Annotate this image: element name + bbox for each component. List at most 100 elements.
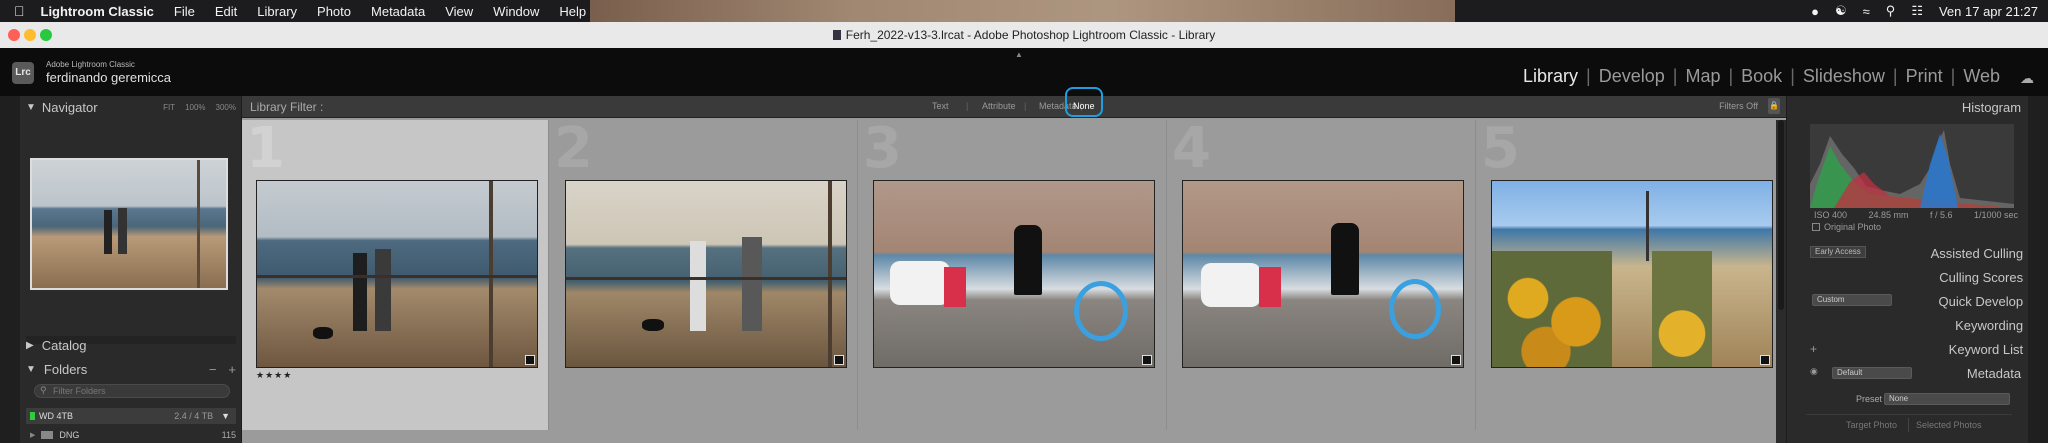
menu-file[interactable]: File	[174, 4, 195, 19]
folder-expand-icon[interactable]: ▶	[30, 431, 35, 439]
desktop-wallpaper-strip	[590, 0, 1455, 22]
folder-count: 115	[221, 430, 236, 440]
metadata-header[interactable]: Metadata▼	[1967, 366, 2036, 381]
navigator-title: Navigator	[41, 99, 98, 115]
add-keyword-icon[interactable]: +	[1810, 342, 1817, 356]
cell-index: 3	[863, 116, 902, 181]
photo-thumbnail[interactable]	[565, 180, 847, 368]
filter-tab-text[interactable]: Text	[932, 101, 949, 111]
zoom-fit[interactable]: FIT	[163, 103, 175, 112]
sync-icon[interactable]: ☯	[1835, 3, 1847, 19]
navigator-preview[interactable]	[30, 158, 228, 290]
volume-status-icon	[30, 412, 35, 420]
quick-develop-header[interactable]: Quick Develop◀	[1939, 294, 2036, 309]
quick-develop-title: Quick Develop	[1938, 294, 2024, 309]
menu-view[interactable]: View	[445, 4, 473, 19]
navigator-header[interactable]: ▼ Navigator FIT 100% 300%	[26, 96, 236, 118]
menu-window[interactable]: Window	[493, 4, 539, 19]
keywording-title: Keywording	[1955, 318, 2024, 333]
filter-tab-attribute[interactable]: Attribute	[982, 101, 1016, 111]
volume-expand-icon[interactable]: ▼	[221, 408, 230, 424]
apple-icon[interactable]: 	[14, 3, 25, 19]
menu-photo[interactable]: Photo	[317, 4, 351, 19]
metadata-preset-select[interactable]: Default	[1832, 367, 1912, 379]
photo-thumbnail[interactable]	[1182, 180, 1464, 368]
remove-folder-icon[interactable]: −	[209, 362, 217, 377]
keyword-list-header[interactable]: Keyword List◀	[1949, 342, 2036, 357]
control-center-icon[interactable]: ☷	[1911, 3, 1923, 19]
selected-photos-button[interactable]: Selected Photos	[1916, 420, 1982, 430]
histogram-header[interactable]: Histogram▼	[1962, 100, 2036, 115]
metadata-title: Metadata	[1966, 366, 2022, 381]
edit-badge-icon	[1451, 355, 1461, 365]
minimize-window-button[interactable]	[24, 29, 36, 41]
menu-help[interactable]: Help	[559, 4, 586, 19]
zoom-100[interactable]: 100%	[185, 103, 205, 112]
lock-icon[interactable]: 🔒	[1768, 98, 1780, 114]
module-library[interactable]: Library	[1515, 66, 1586, 87]
menu-edit[interactable]: Edit	[215, 4, 237, 19]
photo-thumbnail[interactable]	[256, 180, 538, 368]
exif-aperture: f / 5.6	[1929, 210, 1953, 220]
module-slideshow[interactable]: Slideshow	[1795, 66, 1893, 87]
folders-header[interactable]: ▼ Folders − +	[26, 358, 236, 380]
folders-title: Folders	[43, 361, 88, 377]
star-rating[interactable]: ★★★★	[256, 370, 292, 381]
metadata-visibility-icon[interactable]: ◉	[1810, 366, 1818, 377]
cloud-sync-icon[interactable]: ☁	[2020, 70, 2034, 87]
assisted-culling-header[interactable]: Assisted Culling◀	[1931, 246, 2036, 261]
right-panel-edge[interactable]	[2028, 96, 2048, 443]
folder-search-input[interactable]: Filter Folders	[34, 384, 230, 398]
metadata-preset-value[interactable]: None	[1884, 393, 2010, 405]
zoom-window-button[interactable]	[40, 29, 52, 41]
add-folder-icon[interactable]: +	[228, 362, 236, 377]
menu-metadata[interactable]: Metadata	[371, 4, 425, 19]
grid-cell[interactable]: 3	[859, 116, 1167, 430]
catalog-header[interactable]: ▶ Catalog	[26, 334, 236, 356]
assisted-culling-title: Assisted Culling	[1930, 246, 2024, 261]
filter-tab-none[interactable]: None	[1073, 101, 1095, 111]
early-access-badge[interactable]: Early Access	[1810, 246, 1866, 258]
module-book[interactable]: Book	[1733, 66, 1790, 87]
module-develop[interactable]: Develop	[1591, 66, 1673, 87]
culling-scores-header[interactable]: Culling Scores◀	[1939, 270, 2036, 285]
cell-index: 1	[246, 116, 285, 181]
wifi-icon[interactable]: ≈	[1863, 4, 1870, 19]
grid-cell[interactable]: 2	[550, 116, 858, 430]
zoom-300[interactable]: 300%	[216, 103, 236, 112]
target-photo-button[interactable]: Target Photo	[1846, 420, 1897, 430]
collapse-top-panel-icon[interactable]: ▲	[1015, 50, 1023, 59]
menu-app-name[interactable]: Lightroom Classic	[41, 4, 154, 19]
menu-library[interactable]: Library	[257, 4, 297, 19]
grid-cell[interactable]: 1 ★★★★	[242, 116, 549, 430]
grid-cell[interactable]: 5	[1477, 116, 1785, 430]
original-photo-checkbox[interactable]	[1812, 223, 1820, 231]
histogram-title: Histogram	[1961, 100, 2022, 115]
grid-scrollbar[interactable]	[1776, 120, 1786, 443]
left-panel-edge[interactable]	[0, 96, 20, 443]
original-photo-toggle[interactable]: Original Photo	[1812, 222, 1881, 232]
keywording-header[interactable]: Keywording◀	[1955, 318, 2036, 333]
filters-status[interactable]: Filters Off	[1719, 101, 1758, 111]
grammarly-icon[interactable]: ●	[1811, 4, 1819, 19]
library-filter-label: Library Filter :	[250, 100, 324, 114]
module-web[interactable]: Web	[1955, 66, 2008, 87]
volume-name: WD 4TB	[39, 411, 74, 421]
volume-row[interactable]: WD 4TB 2.4 / 4 TB ▼	[26, 408, 236, 424]
quick-develop-preset-select[interactable]: Custom	[1812, 294, 1892, 306]
window-title: Ferh_2022-v13-3.lrcat - Adobe Photoshop …	[845, 28, 1216, 42]
lrc-logo: Lrc	[12, 62, 34, 84]
folder-row[interactable]: ▶ DNG 115	[30, 428, 236, 442]
grid-scrollbar-thumb[interactable]	[1778, 120, 1784, 310]
folder-name: DNG	[59, 430, 80, 440]
module-map[interactable]: Map	[1677, 66, 1728, 87]
photo-thumbnail[interactable]	[1491, 180, 1773, 368]
edit-badge-icon	[834, 355, 844, 365]
module-print[interactable]: Print	[1898, 66, 1951, 87]
menu-clock[interactable]: Ven 17 apr 21:27	[1939, 4, 2038, 19]
photo-thumbnail[interactable]	[873, 180, 1155, 368]
grid-cell[interactable]: 4	[1168, 116, 1476, 430]
close-window-button[interactable]	[8, 29, 20, 41]
search-icon[interactable]: ⚲	[1886, 3, 1896, 19]
histogram-graph[interactable]	[1810, 124, 2014, 208]
